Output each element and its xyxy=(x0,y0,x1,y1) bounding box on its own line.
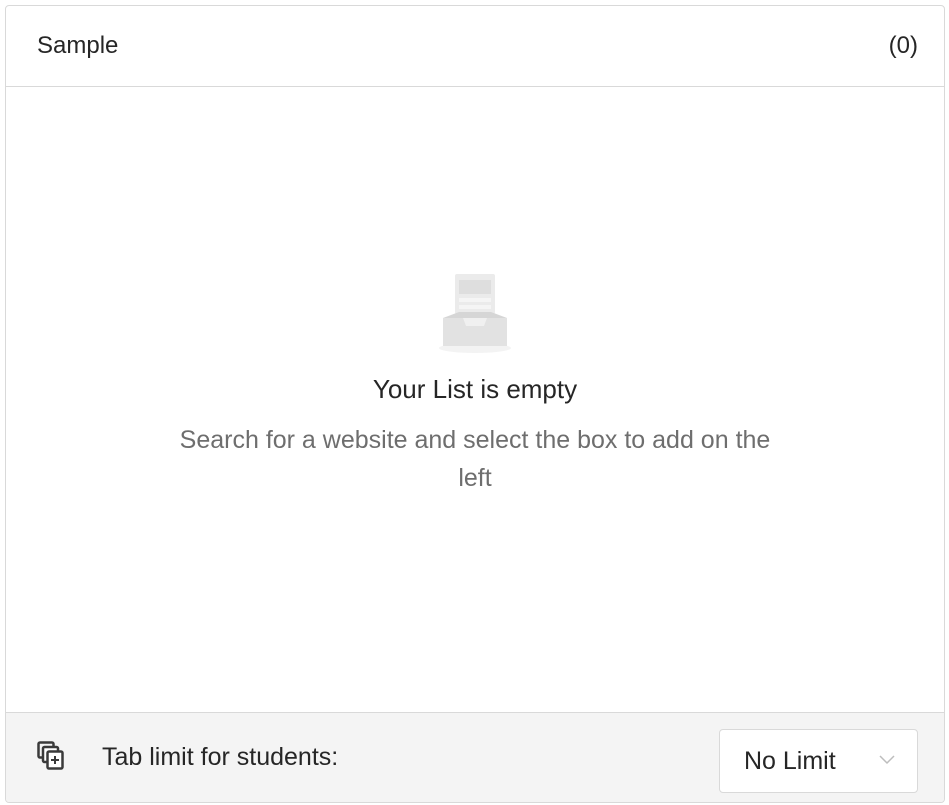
list-count: (0) xyxy=(888,32,918,59)
website-list-panel: Sample (0) Your List is empty Search for… xyxy=(5,5,945,803)
tab-limit-label: Tab limit for students: xyxy=(102,743,339,771)
chevron-down-icon xyxy=(879,755,895,765)
list-header: Sample (0) xyxy=(6,6,944,87)
empty-state: Your List is empty Search for a website … xyxy=(6,87,944,714)
empty-description: Search for a website and select the box … xyxy=(179,426,771,492)
tab-limit-value: No Limit xyxy=(744,746,836,775)
list-title: Sample xyxy=(37,32,119,59)
tab-limit-footer: Tab limit for students: No Limit xyxy=(6,712,944,802)
tab-limit-select[interactable]: No Limit xyxy=(719,729,918,793)
empty-inbox-icon xyxy=(439,274,511,353)
empty-title: Your List is empty xyxy=(372,374,578,404)
tabs-add-icon xyxy=(37,741,64,770)
